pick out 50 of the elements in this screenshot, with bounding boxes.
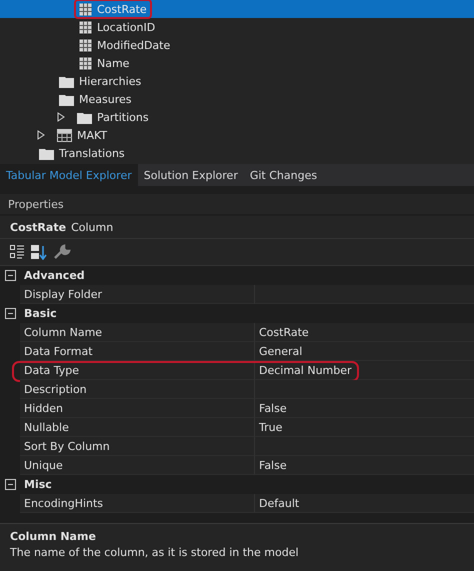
tree-item[interactable]: MAKT [52, 125, 112, 145]
property-value[interactable]: False [255, 456, 474, 475]
tree-item[interactable]: ModifiedDate [74, 35, 176, 55]
object-name: CostRate [10, 220, 66, 234]
tree-item[interactable]: CostRate [74, 0, 152, 19]
property-name: Description [20, 380, 255, 399]
tree-item[interactable]: Measures [54, 89, 136, 109]
tree-item[interactable]: LocationID [74, 17, 160, 37]
property-name: Hidden [20, 399, 255, 418]
property-name: Column Name [20, 323, 255, 342]
folder-icon [59, 92, 74, 106]
collapse-icon[interactable] [4, 308, 16, 319]
tree-item[interactable]: Partitions [72, 107, 154, 127]
property-name: Unique [20, 456, 255, 475]
folder-icon [77, 110, 92, 124]
grid-icon [79, 20, 92, 34]
description-title: Column Name [10, 530, 97, 543]
property-name: Nullable [20, 418, 255, 437]
panel-title: Properties [8, 198, 64, 210]
tab[interactable]: Git Changes [244, 164, 324, 186]
property-name: Display Folder [20, 285, 255, 304]
property-name: Sort By Column [20, 437, 255, 456]
tab[interactable]: Tabular Model Explorer [0, 164, 138, 186]
property-name: Data Format [20, 342, 255, 361]
categorized-icon[interactable] [10, 245, 25, 259]
grid-icon [79, 38, 92, 52]
property-value[interactable]: True [255, 418, 474, 437]
tab[interactable]: Solution Explorer [138, 164, 244, 186]
folder-icon [39, 146, 54, 160]
grid-icon [79, 56, 92, 70]
collapse-icon[interactable] [4, 479, 16, 490]
description-text: The name of the column, as it is stored in the model [10, 546, 300, 559]
property-value[interactable]: CostRate [255, 323, 474, 342]
property-value[interactable]: Default [255, 494, 474, 513]
property-name: EncodingHints [20, 494, 255, 513]
tree-item[interactable]: Name [74, 53, 134, 73]
table-icon [57, 128, 72, 142]
collapse-icon[interactable] [4, 270, 16, 281]
tree-item[interactable]: Hierarchies [54, 71, 146, 91]
expand-arrow-icon[interactable] [37, 130, 45, 140]
wrench-icon[interactable] [53, 244, 71, 260]
sort-alphabetical-icon[interactable] [31, 244, 47, 260]
grid-icon [79, 2, 92, 16]
folder-icon [59, 74, 74, 88]
property-value[interactable]: False [255, 399, 474, 418]
property-value[interactable]: General [255, 342, 474, 361]
tree-item[interactable]: Translations [34, 143, 130, 163]
object-type: Column [71, 220, 114, 234]
property-value[interactable]: Decimal Number [255, 361, 474, 380]
expand-arrow-icon[interactable] [57, 112, 65, 122]
